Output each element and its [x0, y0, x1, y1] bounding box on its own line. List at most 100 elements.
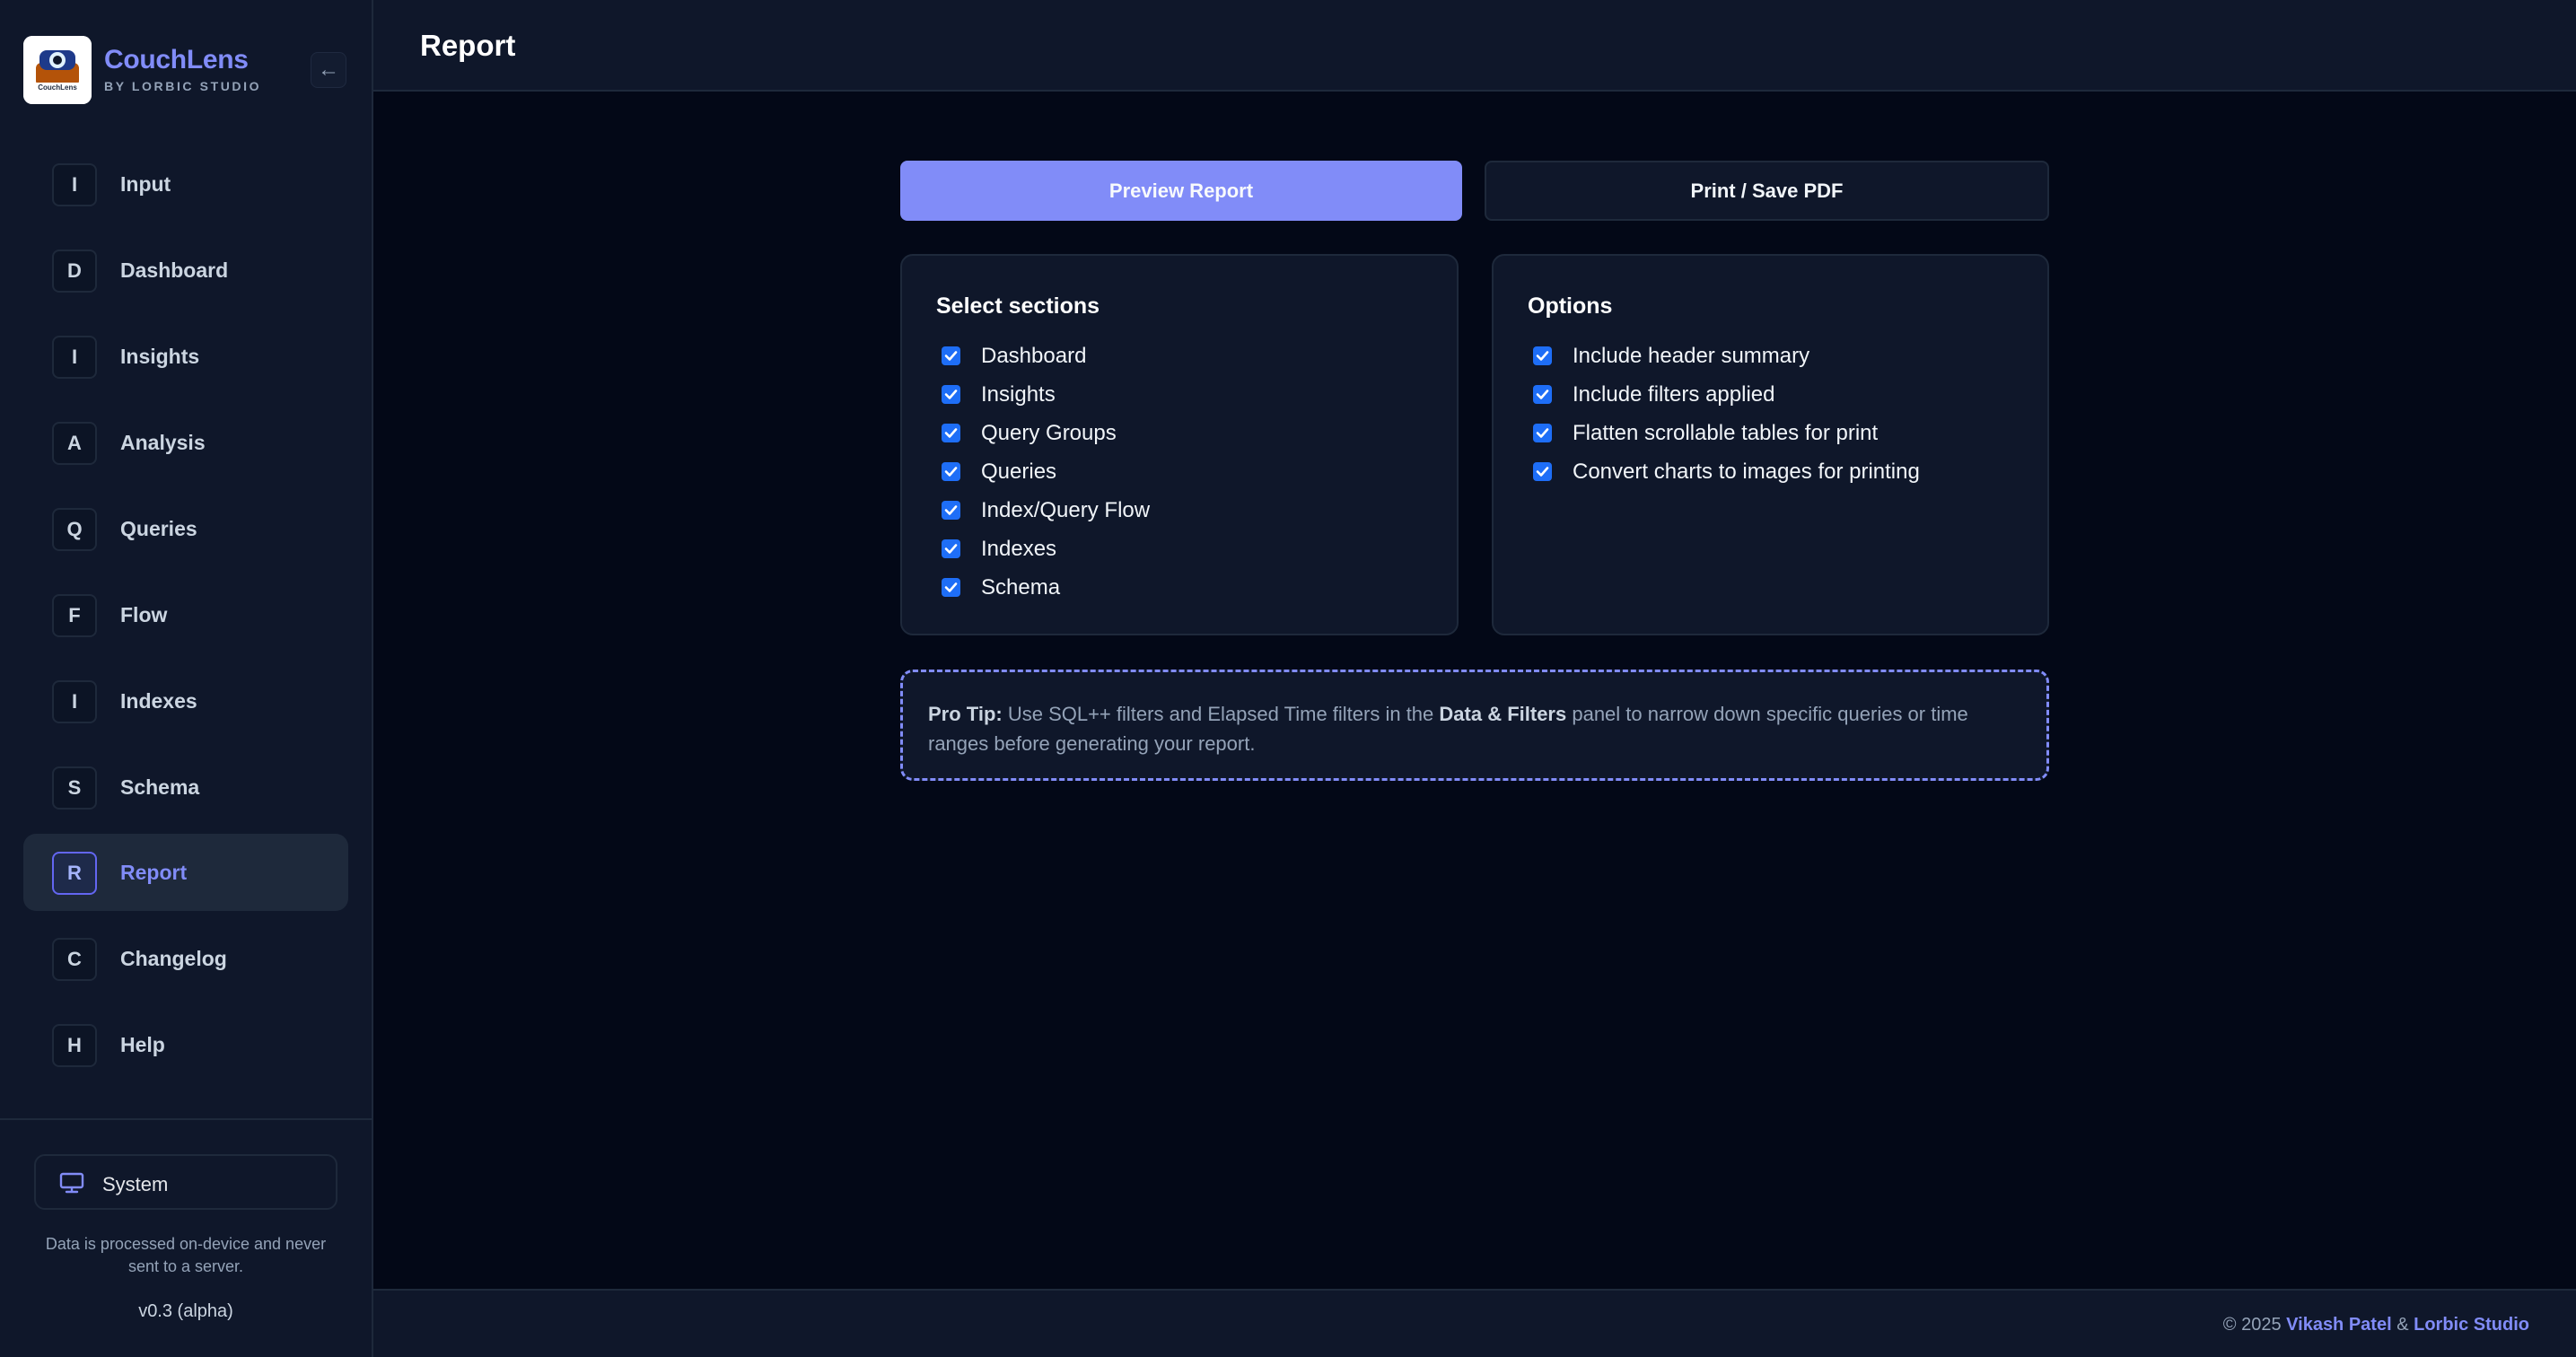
- nav-label: Insights: [120, 345, 200, 368]
- checkbox-label: Indexes: [981, 537, 1057, 561]
- section-option-dashboard[interactable]: Dashboard: [942, 342, 1444, 369]
- brand: CouchLens CouchLens BY LORBIC STUDIO: [23, 36, 355, 106]
- section-option-insights[interactable]: Insights: [942, 381, 1444, 407]
- checkmark-icon: [1536, 390, 1549, 399]
- checkbox[interactable]: [1533, 385, 1552, 404]
- checkbox[interactable]: [1533, 346, 1552, 365]
- card-title: Options: [1528, 293, 1613, 319]
- sidebar-item-dashboard[interactable]: D Dashboard: [23, 232, 348, 309]
- logo-text: CouchLens: [38, 83, 77, 92]
- option-convert-charts[interactable]: Convert charts to images for printing: [1533, 458, 2036, 485]
- checkmark-icon: [944, 351, 958, 361]
- sidebar-item-schema[interactable]: S Schema: [23, 749, 348, 826]
- checkmark-icon: [944, 390, 958, 399]
- nav-label: Input: [120, 172, 171, 196]
- section-option-index-query-flow[interactable]: Index/Query Flow: [942, 496, 1444, 523]
- option-header-summary[interactable]: Include header summary: [1533, 342, 2036, 369]
- checkbox-label: Include filters applied: [1573, 382, 1775, 407]
- checkmark-icon: [1536, 351, 1549, 361]
- app-logo: CouchLens: [23, 36, 92, 104]
- preview-report-button[interactable]: Preview Report: [900, 161, 1462, 221]
- monitor-icon: [59, 1172, 84, 1198]
- nav-badge: D: [52, 250, 97, 293]
- copyright: © 2025: [2222, 1315, 2282, 1335]
- select-sections-card: Select sections Dashboard Insights Query…: [900, 254, 1459, 635]
- nav-label: Flow: [120, 603, 168, 626]
- checkbox[interactable]: [942, 578, 960, 597]
- top-header: Report: [373, 0, 2576, 92]
- checkbox[interactable]: [1533, 424, 1552, 442]
- checkbox[interactable]: [942, 385, 960, 404]
- nav-badge: Q: [52, 508, 97, 551]
- nav-badge: F: [52, 594, 97, 637]
- sidebar-item-help[interactable]: H Help: [23, 1006, 348, 1083]
- pro-tip-box: Pro Tip: Use SQL++ filters and Elapsed T…: [900, 670, 2049, 781]
- nav-badge: I: [52, 680, 97, 723]
- checkbox-label: Schema: [981, 575, 1061, 600]
- nav-label: Report: [120, 861, 188, 884]
- sidebar-item-queries[interactable]: Q Queries: [23, 490, 348, 567]
- version-label: v0.3 (alpha): [138, 1301, 233, 1321]
- checkmark-icon: [1536, 467, 1549, 477]
- pro-tip-body-1: Use SQL++ filters and Elapsed Time filte…: [1002, 703, 1440, 725]
- print-save-pdf-button[interactable]: Print / Save PDF: [1485, 161, 2049, 221]
- nav-badge: I: [52, 163, 97, 206]
- nav-badge: A: [52, 422, 97, 465]
- pro-tip-text: Pro Tip: Use SQL++ filters and Elapsed T…: [928, 699, 2028, 758]
- checkmark-icon: [944, 582, 958, 592]
- author-link[interactable]: Vikash Patel: [2286, 1315, 2391, 1335]
- footer-separator: &: [2396, 1315, 2409, 1335]
- section-option-query-groups[interactable]: Query Groups: [942, 419, 1444, 446]
- sidebar: CouchLens CouchLens BY LORBIC STUDIO ← I…: [0, 0, 373, 1357]
- sidebar-divider: [0, 1118, 372, 1120]
- checkmark-icon: [944, 505, 958, 515]
- sidebar-item-input[interactable]: I Input: [23, 145, 348, 223]
- section-option-indexes[interactable]: Indexes: [942, 535, 1444, 562]
- theme-toggle-button[interactable]: System: [34, 1154, 337, 1210]
- page-title: Report: [420, 29, 516, 62]
- checkbox[interactable]: [942, 501, 960, 520]
- brand-name: CouchLens: [104, 45, 249, 74]
- checkbox-label: Insights: [981, 382, 1056, 407]
- sidebar-item-report[interactable]: R Report: [23, 834, 348, 911]
- theme-label: System: [102, 1173, 169, 1195]
- nav-badge: R: [52, 852, 97, 895]
- checkbox-label: Dashboard: [981, 344, 1087, 368]
- option-flatten-tables[interactable]: Flatten scrollable tables for print: [1533, 419, 2036, 446]
- checkmark-icon: [1536, 428, 1549, 438]
- logo-image: CouchLens: [23, 36, 92, 104]
- nav-label: Dashboard: [120, 258, 229, 282]
- sidebar-item-analysis[interactable]: A Analysis: [23, 404, 348, 481]
- checkmark-icon: [944, 467, 958, 477]
- option-filters-applied[interactable]: Include filters applied: [1533, 381, 2036, 407]
- checkbox[interactable]: [942, 462, 960, 481]
- sidebar-item-flow[interactable]: F Flow: [23, 576, 348, 653]
- section-option-queries[interactable]: Queries: [942, 458, 1444, 485]
- privacy-note: Data is processed on-device and never se…: [45, 1235, 327, 1275]
- arrow-left-icon: ←: [318, 57, 339, 82]
- checkbox[interactable]: [1533, 462, 1552, 481]
- checkbox[interactable]: [942, 539, 960, 558]
- checkmark-icon: [944, 544, 958, 554]
- checkmark-icon: [944, 428, 958, 438]
- pro-tip-highlight: Data & Filters: [1439, 703, 1567, 725]
- nav-label: Help: [120, 1033, 165, 1056]
- card-title: Select sections: [936, 293, 1100, 319]
- checkbox[interactable]: [942, 346, 960, 365]
- options-card: Options Include header summary Include f…: [1492, 254, 2049, 635]
- collapse-sidebar-button[interactable]: ←: [311, 52, 346, 88]
- sidebar-item-insights[interactable]: I Insights: [23, 318, 348, 395]
- nav-label: Analysis: [120, 431, 206, 454]
- nav-badge: C: [52, 938, 97, 981]
- nav-label: Schema: [120, 775, 200, 799]
- nav-badge: I: [52, 336, 97, 379]
- sidebar-item-indexes[interactable]: I Indexes: [23, 662, 348, 740]
- checkbox[interactable]: [942, 424, 960, 442]
- studio-link[interactable]: Lorbic Studio: [2414, 1315, 2529, 1335]
- sidebar-item-changelog[interactable]: C Changelog: [23, 920, 348, 997]
- page-footer: © 2025 Vikash Patel & Lorbic Studio: [373, 1289, 2576, 1357]
- checkbox-label: Include header summary: [1573, 344, 1810, 368]
- checkbox-label: Index/Query Flow: [981, 498, 1151, 522]
- nav-badge: S: [52, 766, 97, 810]
- section-option-schema[interactable]: Schema: [942, 573, 1444, 600]
